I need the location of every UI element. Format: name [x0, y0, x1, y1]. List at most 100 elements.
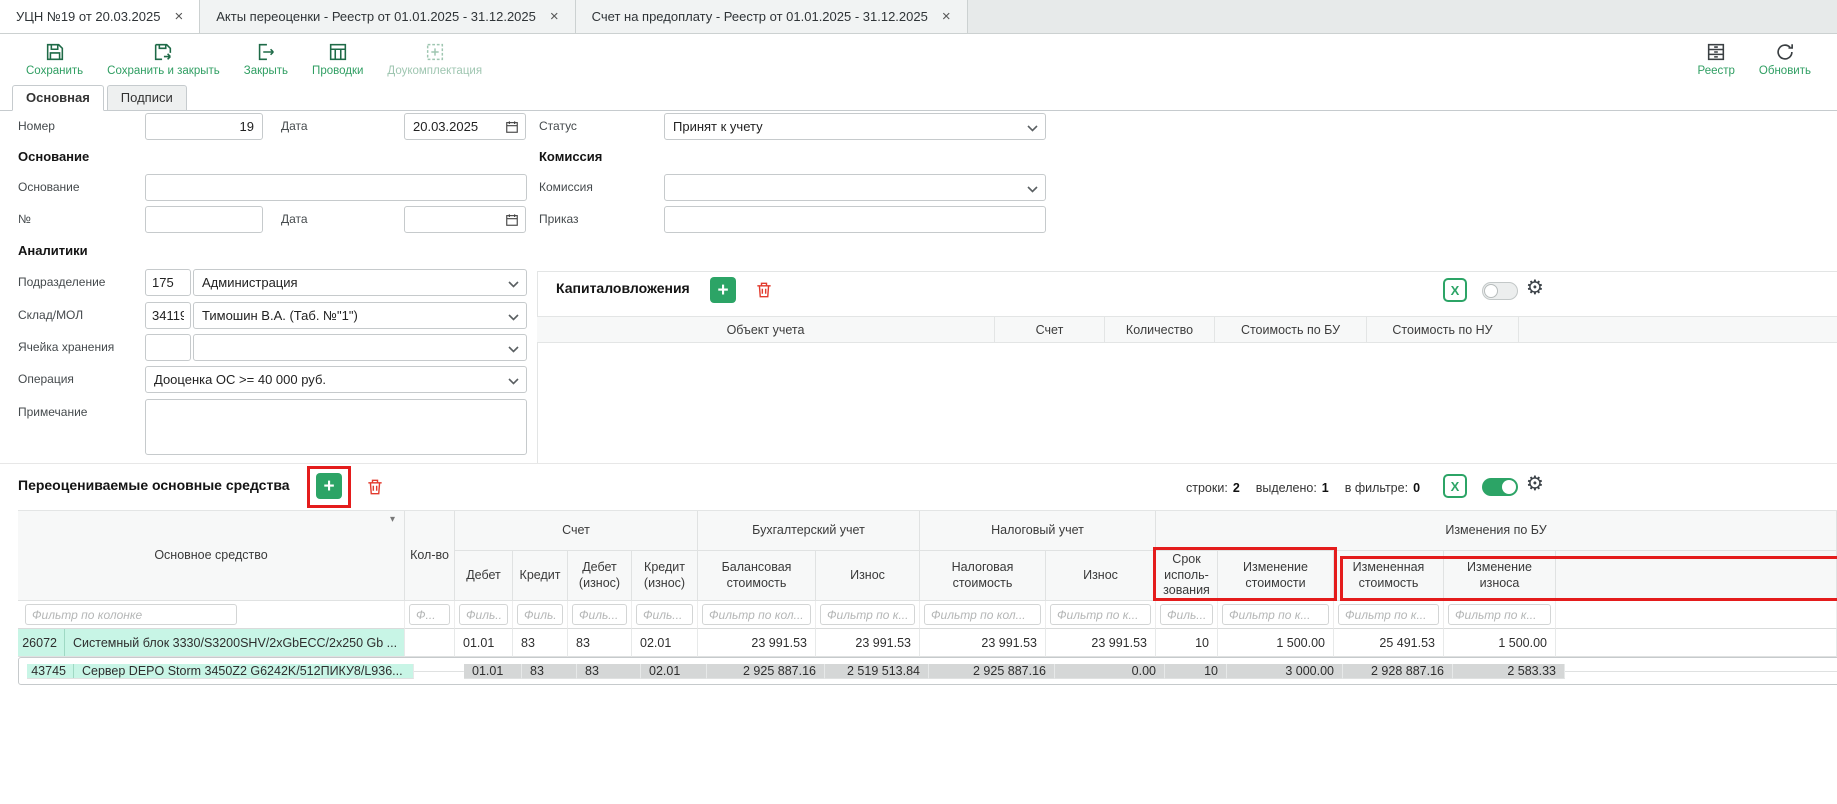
storage-cell-code-input[interactable] — [145, 334, 191, 361]
asset-cell[interactable]: 26072 Системный блок 3330/S3200SHV/2xGbE… — [18, 629, 405, 657]
warehouse-code-input[interactable] — [145, 302, 191, 329]
department-value: Администрация — [202, 275, 298, 290]
col-header-depreciation[interactable]: Износ — [816, 551, 920, 601]
col-header-dep-change[interactable]: Изменение износа — [1444, 551, 1556, 601]
balance-cost-cell[interactable]: 2 925 887.16 — [707, 664, 825, 679]
col-header-asset[interactable]: ▾ Основное средство — [18, 511, 405, 601]
col-header-cost-change[interactable]: Изменение стоимости — [1218, 551, 1334, 601]
rows-count-label: строки: — [1186, 481, 1228, 495]
col-header-qty[interactable]: Кол-во — [405, 511, 455, 601]
date-input[interactable] — [405, 119, 505, 134]
filter-input-credit-dep[interactable] — [636, 604, 693, 625]
filter-input-credit[interactable] — [517, 604, 563, 625]
cost-change-cell[interactable]: 1 500.00 — [1218, 629, 1334, 657]
col-header-useful-life[interactable]: Срок исполь-зования — [1156, 551, 1218, 601]
basis-date-input[interactable] — [405, 212, 505, 227]
capital-panel-title: Капиталовложения — [556, 280, 690, 296]
qty-cell[interactable] — [405, 629, 455, 657]
filter-input-qty[interactable] — [409, 604, 450, 625]
sort-desc-icon[interactable]: ▾ — [390, 514, 395, 527]
col-header-debit-dep[interactable]: Дебет (износ) — [568, 551, 632, 601]
table-row-selected[interactable]: 43745 Сервер DEPO Storm 3450Z2 G6242K/51… — [18, 657, 1837, 685]
balance-cost-cell[interactable]: 23 991.53 — [698, 629, 816, 657]
col-header-filler — [1556, 551, 1837, 601]
changed-cost-cell[interactable]: 2 928 887.16 — [1343, 664, 1453, 679]
filter-cell — [632, 601, 698, 629]
filter-input-debit[interactable] — [459, 604, 508, 625]
col-header-tax-cost[interactable]: Налоговая стоимость — [920, 551, 1046, 601]
basis-input[interactable] — [145, 174, 527, 201]
commission-select[interactable] — [664, 174, 1046, 201]
filter-cell — [698, 601, 816, 629]
basis-date-field[interactable] — [404, 206, 526, 233]
capital-settings-gear-icon[interactable]: ⚙ — [1526, 277, 1544, 297]
debit-dep-cell[interactable]: 83 — [577, 664, 641, 679]
date-field[interactable] — [404, 113, 526, 140]
storage-cell-select[interactable] — [193, 334, 527, 361]
filter-input-depreciation[interactable] — [820, 604, 915, 625]
debit-dep-cell[interactable]: 83 — [568, 629, 632, 657]
debit-cell[interactable]: 01.01 — [464, 664, 522, 679]
useful-life-cell[interactable]: 10 — [1165, 664, 1227, 679]
col-header-balance-cost[interactable]: Балансовая стоимость — [698, 551, 816, 601]
capital-delete-button[interactable] — [752, 278, 776, 302]
capital-col-account[interactable]: Счет — [995, 317, 1105, 342]
capital-excel-export-button[interactable]: X — [1443, 278, 1467, 302]
tax-cost-cell[interactable]: 2 925 887.16 — [929, 664, 1055, 679]
capital-col-cost-bu[interactable]: Стоимость по БУ — [1215, 317, 1367, 342]
capital-filter-toggle[interactable] — [1482, 282, 1518, 300]
assets-excel-export-button[interactable]: X — [1443, 474, 1467, 498]
number-input[interactable] — [145, 113, 263, 140]
operation-select[interactable]: Дооценка ОС >= 40 000 руб. — [145, 366, 527, 393]
filter-input-changed-cost[interactable] — [1338, 604, 1439, 625]
assets-delete-button[interactable] — [363, 475, 387, 499]
credit-cell[interactable]: 83 — [513, 629, 568, 657]
col-header-changed-cost[interactable]: Измененная стоимость — [1334, 551, 1444, 601]
credit-cell[interactable]: 83 — [522, 664, 577, 679]
order-input[interactable] — [664, 206, 1046, 233]
filter-input-balance-cost[interactable] — [702, 604, 811, 625]
useful-life-cell[interactable]: 10 — [1156, 629, 1218, 657]
col-header-credit[interactable]: Кредит — [513, 551, 568, 601]
filter-input-depreciation-tax[interactable] — [1050, 604, 1151, 625]
dep-change-cell[interactable]: 2 583.33 — [1453, 664, 1565, 679]
credit-dep-cell[interactable]: 02.01 — [632, 629, 698, 657]
assets-add-button[interactable]: + — [316, 473, 342, 499]
asset-cell[interactable]: 43745 Сервер DEPO Storm 3450Z2 G6242K/51… — [27, 664, 414, 679]
capital-col-object[interactable]: Объект учета — [537, 317, 995, 342]
debit-cell[interactable]: 01.01 — [455, 629, 513, 657]
capital-add-button[interactable]: + — [710, 277, 736, 303]
col-header-credit-dep[interactable]: Кредит (износ) — [632, 551, 698, 601]
filter-input-asset[interactable] — [25, 604, 237, 625]
department-code-input[interactable] — [145, 269, 191, 296]
col-header-debit[interactable]: Дебет — [455, 551, 513, 601]
changed-cost-cell[interactable]: 25 491.53 — [1334, 629, 1444, 657]
filter-input-cost-change[interactable] — [1222, 604, 1329, 625]
status-select[interactable]: Принят к учету — [664, 113, 1046, 140]
calendar-icon — [505, 120, 519, 134]
assets-settings-gear-icon[interactable]: ⚙ — [1526, 473, 1544, 493]
basis-number-input[interactable] — [145, 206, 263, 233]
depreciation-tax-cell[interactable]: 0.00 — [1055, 664, 1165, 679]
qty-cell[interactable] — [414, 671, 464, 672]
credit-dep-cell[interactable]: 02.01 — [641, 664, 707, 679]
filter-input-useful-life[interactable] — [1160, 604, 1213, 625]
assets-filter-toggle[interactable] — [1482, 478, 1518, 496]
filter-input-tax-cost[interactable] — [924, 604, 1041, 625]
warehouse-select[interactable]: Тимошин В.А. (Таб. №"1") — [193, 302, 527, 329]
depreciation-tax-cell[interactable]: 23 991.53 — [1046, 629, 1156, 657]
tax-cost-cell[interactable]: 23 991.53 — [920, 629, 1046, 657]
dep-change-cell[interactable]: 1 500.00 — [1444, 629, 1556, 657]
filter-input-dep-change[interactable] — [1448, 604, 1551, 625]
col-header-depreciation-tax[interactable]: Износ — [1046, 551, 1156, 601]
capital-col-quantity[interactable]: Количество — [1105, 317, 1215, 342]
note-textarea[interactable] — [145, 399, 527, 455]
table-row[interactable]: 26072 Системный блок 3330/S3200SHV/2xGbE… — [18, 629, 1837, 657]
filtered-count-label: в фильтре: — [1345, 481, 1408, 495]
cost-change-cell[interactable]: 3 000.00 — [1227, 664, 1343, 679]
department-select[interactable]: Администрация — [193, 269, 527, 296]
depreciation-cell[interactable]: 2 519 513.84 — [825, 664, 929, 679]
depreciation-cell[interactable]: 23 991.53 — [816, 629, 920, 657]
capital-col-cost-nu[interactable]: Стоимость по НУ — [1367, 317, 1519, 342]
filter-input-debit-dep[interactable] — [572, 604, 627, 625]
